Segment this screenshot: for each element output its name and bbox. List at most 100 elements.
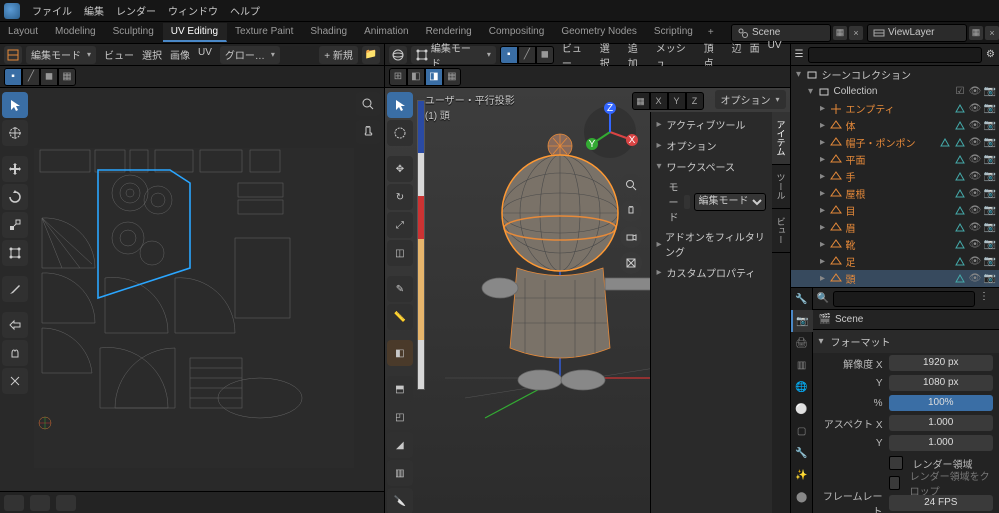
tree-item-眉[interactable]: ▸眉👁📷 (791, 219, 999, 236)
proptab-scene[interactable]: 🌐 (791, 376, 813, 398)
np-tab-view[interactable]: ビュー (772, 209, 790, 253)
menu-ウィンドウ[interactable]: ウィンドウ (162, 0, 224, 21)
aspect-x-field[interactable]: 1.000 (889, 415, 993, 431)
workspace-tab-animation[interactable]: Animation (356, 23, 417, 42)
camera-icon[interactable]: 📷 (983, 102, 997, 116)
tree-item-体[interactable]: ▸体👁📷 (791, 117, 999, 134)
np-row-アクティブツール[interactable]: ▸アクティブツール (653, 114, 770, 135)
np-tab-item[interactable]: アイテム (772, 112, 790, 165)
vp-overlay-3[interactable]: ◨ (425, 68, 443, 86)
vp-persp-button[interactable] (620, 252, 642, 274)
res-y-field[interactable]: 1080 px (889, 375, 993, 391)
menu-ファイル[interactable]: ファイル (26, 0, 78, 21)
fps-field[interactable]: 24 FPS (889, 495, 993, 511)
uv-sticky-toggle[interactable] (30, 495, 50, 511)
viewlayer-selector[interactable]: ViewLayer (867, 24, 967, 42)
uv-tool-pinch[interactable] (2, 368, 28, 394)
res-x-field[interactable]: 1920 px (889, 355, 993, 371)
uv-select-face[interactable]: ◼ (40, 68, 58, 86)
vp-tool-inset[interactable]: ◰ (387, 404, 413, 430)
workspace-tab-texture-paint[interactable]: Texture Paint (227, 23, 302, 42)
eye-icon[interactable]: 👁 (968, 136, 982, 150)
camera-icon[interactable]: 📷 (983, 187, 997, 201)
viewlayer-close-button[interactable]: × (985, 26, 999, 40)
uv-tool-scale[interactable] (2, 212, 28, 238)
eye-icon[interactable]: 👁 (968, 187, 982, 201)
tree-item-Collection[interactable]: ▾Collection☑👁📷 (791, 83, 999, 100)
vp-tool-measure[interactable]: 📏 (387, 304, 413, 330)
eye-icon[interactable]: 👁 (968, 119, 982, 133)
eye-icon[interactable]: 👁 (968, 170, 982, 184)
tree-item-手[interactable]: ▸手👁📷 (791, 168, 999, 185)
vp-overlay-2[interactable]: ◧ (407, 68, 425, 86)
vp-tool-select[interactable] (387, 92, 413, 118)
uv-tool-select[interactable] (2, 92, 28, 118)
axis-z-button[interactable]: Z (686, 92, 704, 110)
uv-tool-annotate[interactable] (2, 276, 28, 302)
uv-tool-rip[interactable] (2, 312, 28, 338)
uv-display-dropdown[interactable]: グロー… (220, 46, 280, 64)
eye-icon[interactable]: 👁 (968, 255, 982, 269)
uv-tool-grab[interactable] (2, 340, 28, 366)
camera-icon[interactable]: 📷 (983, 153, 997, 167)
vp-options-dropdown[interactable]: オプション (715, 90, 786, 109)
camera-icon[interactable]: 📷 (983, 119, 997, 133)
editor-type-icon[interactable] (4, 46, 22, 64)
proptab-world[interactable]: ⚪ (791, 398, 813, 420)
outliner-search[interactable] (808, 47, 983, 63)
uv-open-button[interactable]: 📁 (362, 46, 380, 64)
outliner-filter-button[interactable]: ⚙ (986, 49, 995, 60)
uv-menu-画像[interactable]: 画像 (166, 45, 194, 64)
np-custom-props[interactable]: ▸カスタムプロパティ (653, 262, 770, 283)
camera-icon[interactable]: 📷 (983, 204, 997, 218)
vp-editor-type-icon[interactable] (389, 46, 407, 64)
uv-menu-UV[interactable]: UV (194, 45, 216, 64)
vp-tool-bevel[interactable]: ◢ (387, 432, 413, 458)
vp-tool-cursor[interactable] (387, 120, 413, 146)
render-crop-check[interactable] (889, 476, 900, 490)
scene-close-button[interactable]: × (849, 26, 863, 40)
uv-sync-toggle[interactable] (4, 495, 24, 511)
proptab-physics[interactable]: ⬤ (791, 486, 813, 508)
vp-tool-move[interactable]: ✥ (387, 156, 413, 182)
uv-zoom-button[interactable] (356, 92, 380, 116)
eye-icon[interactable]: 👁 (968, 153, 982, 167)
res-pct-field[interactable]: 100% (889, 395, 993, 411)
vp-overlay-4[interactable]: ▦ (443, 68, 461, 86)
vp-tool-loopcut[interactable]: ▥ (387, 460, 413, 486)
vp-select-face[interactable]: ◼ (536, 46, 554, 64)
uv-mode-dropdown[interactable]: 編集モード (26, 46, 96, 64)
vp-mode-dropdown[interactable]: 編集モード (411, 46, 496, 64)
vp-nav-gizmo[interactable]: X Y Z (580, 102, 640, 162)
eye-icon[interactable]: 👁 (968, 272, 982, 286)
properties-search-input[interactable] (833, 291, 975, 307)
eye-icon[interactable]: 👁 (968, 85, 982, 99)
render-region-check[interactable] (889, 456, 903, 470)
vp-tool-annotate[interactable]: ✎ (387, 276, 413, 302)
tree-item-足[interactable]: ▸足👁📷 (791, 253, 999, 270)
menu-編集[interactable]: 編集 (78, 0, 110, 21)
vp-camera-button[interactable] (620, 226, 642, 248)
eye-icon[interactable]: 👁 (968, 102, 982, 116)
camera-icon[interactable]: 📷 (983, 272, 997, 286)
tree-item-平面[interactable]: ▸平面👁📷 (791, 151, 999, 168)
proptab-viewlayer[interactable]: ▥ (791, 354, 813, 376)
proptab-output[interactable]: 🖨 (791, 332, 813, 354)
axis-y-button[interactable]: Y (668, 92, 686, 110)
outliner-tree[interactable]: ▾シーンコレクション▾Collection☑👁📷▸エンプティ👁📷▸体👁📷▸帽子・… (791, 66, 999, 287)
camera-icon[interactable]: 📷 (983, 255, 997, 269)
eye-icon[interactable]: 👁 (968, 238, 982, 252)
workspace-tab-compositing[interactable]: Compositing (481, 23, 554, 42)
tree-item-シーンコレクション[interactable]: ▾シーンコレクション (791, 66, 999, 83)
uv-select-edge[interactable]: ╱ (22, 68, 40, 86)
vp-canvas[interactable]: ユーザー・平行投影 (1) 頭 ▦ X Y Z オプション X Y (385, 88, 790, 513)
np-mode-select[interactable]: 編集モード (694, 193, 766, 211)
axis-x-button[interactable]: X (650, 92, 668, 110)
uv-menu-選択[interactable]: 選択 (138, 45, 166, 64)
uv-tool-cursor[interactable] (2, 120, 28, 146)
np-tab-tool[interactable]: ツール (772, 165, 790, 209)
vp-zoom-button[interactable] (620, 174, 642, 196)
tree-item-エンプティ[interactable]: ▸エンプティ👁📷 (791, 100, 999, 117)
proptab-object[interactable]: ▢ (791, 420, 813, 442)
camera-icon[interactable]: 📷 (983, 170, 997, 184)
